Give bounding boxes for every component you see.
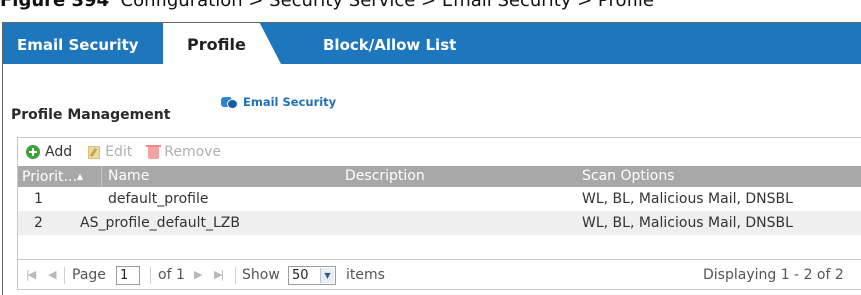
- add-button-label: Add: [45, 144, 73, 160]
- column-divider[interactable]: [101, 166, 102, 187]
- sort-asc-icon: ▲: [76, 172, 84, 181]
- table-row[interactable]: 1 default_profile WL, BL, Malicious Mail…: [18, 187, 861, 211]
- page-size-value: 50: [292, 268, 309, 283]
- cell-name: default_profile: [108, 191, 209, 207]
- add-button[interactable]: Add: [26, 144, 72, 160]
- config-panel: Email Security Profile Block/Allow List …: [2, 22, 861, 295]
- first-page-icon[interactable]: |◀: [26, 260, 36, 290]
- page-count-label: of 1: [158, 267, 185, 283]
- tab-bar: Email Security Profile Block/Allow List: [3, 23, 861, 64]
- pager-divider: [235, 267, 236, 284]
- page-label: Page: [72, 267, 106, 283]
- prev-page-icon[interactable]: ◀: [48, 260, 57, 290]
- remove-button-label: Remove: [164, 144, 222, 160]
- table-header: Priorit...▲ Name Description Scan Option…: [18, 166, 861, 187]
- page-size-select[interactable]: 50 ▼: [288, 266, 336, 285]
- cell-scan-options: WL, BL, Malicious Mail, DNSBL: [582, 191, 793, 207]
- cell-priority: 1: [34, 191, 43, 207]
- column-header-description[interactable]: Description: [345, 166, 425, 187]
- pagination-bar: |◀ ◀ Page 1 of 1 ▶ ▶| Show 50 ▼ items Di…: [18, 259, 861, 290]
- cell-name: AS_profile_default_LZB: [80, 215, 240, 231]
- edit-button[interactable]: Edit: [88, 144, 132, 160]
- last-page-icon[interactable]: ▶|: [214, 260, 224, 290]
- chevron-down-icon[interactable]: ▼: [320, 268, 334, 283]
- next-page-icon[interactable]: ▶: [194, 260, 203, 290]
- tab-block-allow-list[interactable]: Block/Allow List: [323, 23, 456, 64]
- remove-button[interactable]: Remove: [146, 144, 222, 160]
- items-label: items: [346, 267, 385, 283]
- pager-divider: [64, 267, 65, 284]
- page-number-input[interactable]: 1: [116, 266, 140, 285]
- edit-icon: [88, 145, 101, 159]
- pager-divider: [150, 267, 151, 284]
- email-security-icon: [221, 96, 238, 109]
- cell-scan-options: WL, BL, Malicious Mail, DNSBL: [582, 215, 793, 231]
- display-summary: Displaying 1 - 2 of 2: [703, 267, 844, 283]
- grid-toolbar: Add Edit Remove: [18, 138, 861, 166]
- add-icon: [26, 145, 40, 159]
- tab-profile-label: Profile: [187, 35, 246, 54]
- email-security-link[interactable]: Email Security: [221, 95, 336, 109]
- column-header-priority[interactable]: Priorit...▲: [22, 166, 83, 188]
- column-header-name[interactable]: Name: [108, 166, 149, 187]
- trash-icon: [146, 144, 162, 159]
- tab-profile[interactable]: Profile: [163, 23, 281, 64]
- email-security-link-label: Email Security: [243, 95, 337, 109]
- table-row[interactable]: 2 AS_profile_default_LZB WL, BL, Malicio…: [18, 211, 861, 235]
- figure-caption: Figure 394 Configuration > Security Serv…: [0, 0, 654, 12]
- show-label: Show: [242, 267, 280, 283]
- figure-label: Figure 394: [0, 0, 110, 11]
- profile-grid: Add Edit Remove Priorit...▲ Name Descrip…: [17, 137, 861, 290]
- tab-email-security[interactable]: Email Security: [17, 23, 139, 64]
- edit-button-label: Edit: [105, 144, 133, 160]
- cell-priority: 2: [34, 215, 43, 231]
- column-header-scan-options[interactable]: Scan Options: [582, 166, 675, 187]
- figure-caption-text: Configuration > Security Service > Email…: [120, 0, 654, 11]
- section-title: Profile Management: [11, 107, 171, 123]
